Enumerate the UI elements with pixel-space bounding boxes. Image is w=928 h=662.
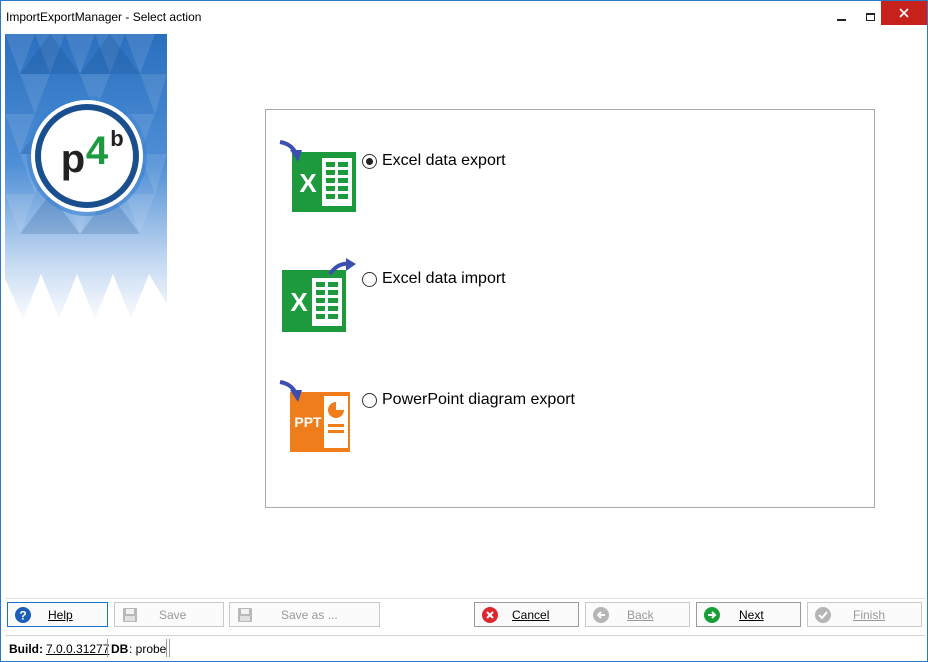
- option-label: Excel data import: [382, 270, 506, 287]
- help-label: Help: [48, 608, 73, 622]
- svg-text:?: ?: [19, 609, 26, 623]
- build-label: Build:: [9, 642, 43, 656]
- option-label: PowerPoint diagram export: [382, 391, 575, 408]
- next-label: Next: [739, 608, 764, 622]
- radio-powerpoint-export[interactable]: [362, 393, 377, 408]
- window-title: ImportExportManager - Select action: [6, 10, 202, 24]
- status-bar: Build: 7.0.0.31277 DB : probe: [5, 635, 925, 659]
- help-button[interactable]: ? Help: [7, 602, 108, 627]
- db-value: : probe: [129, 642, 167, 656]
- save-icon: [123, 608, 137, 622]
- close-button[interactable]: [881, 1, 927, 25]
- import-export-window: ImportExportManager - Select action p 4 …: [0, 0, 928, 662]
- save-as-label: Save as ...: [281, 608, 338, 622]
- save-as-button[interactable]: Save as ...: [229, 602, 380, 627]
- minimize-button[interactable]: [826, 1, 856, 32]
- back-label: Back: [627, 608, 654, 622]
- build-version-link[interactable]: 7.0.0.31277: [46, 642, 109, 656]
- excel-import-icon: X: [282, 258, 356, 332]
- excel-export-icon: X: [279, 140, 356, 212]
- powerpoint-export-icon: PPT: [279, 380, 350, 452]
- status-separator: [169, 639, 170, 657]
- title-bar: ImportExportManager - Select action: [1, 1, 927, 33]
- radio-excel-export[interactable]: [362, 154, 377, 169]
- banner-graphic: p 4 b: [5, 34, 167, 324]
- status-separator: [107, 639, 108, 657]
- option-label: Excel data export: [382, 152, 506, 169]
- separator: [5, 598, 925, 599]
- close-icon: [899, 8, 909, 18]
- svg-text:X: X: [299, 168, 317, 198]
- minimize-icon: [836, 18, 846, 21]
- cancel-button[interactable]: Cancel: [474, 602, 579, 627]
- cancel-icon: [482, 607, 498, 623]
- logo-4: 4: [86, 129, 109, 173]
- action-options-panel: X Excel data export X Excel data import …: [265, 109, 875, 508]
- save-button[interactable]: Save: [114, 602, 224, 627]
- side-banner: p 4 b: [5, 34, 167, 324]
- logo-p: p: [61, 137, 85, 181]
- finish-button[interactable]: Finish: [807, 602, 922, 627]
- back-button[interactable]: Back: [585, 602, 690, 627]
- radio-excel-import[interactable]: [362, 272, 377, 287]
- db-label: DB: [111, 642, 129, 656]
- save-label: Save: [159, 608, 187, 622]
- status-separator: [166, 639, 167, 657]
- logo-b: b: [110, 126, 123, 151]
- option-excel-export[interactable]: X Excel data export: [278, 140, 838, 220]
- save-as-icon: [238, 608, 252, 622]
- checkmark-icon: [815, 607, 831, 623]
- help-icon: ?: [15, 607, 31, 623]
- option-powerpoint-export[interactable]: PPT PowerPoint diagram export: [278, 380, 838, 460]
- back-arrow-icon: [593, 607, 609, 623]
- finish-label: Finish: [853, 608, 886, 622]
- svg-text:X: X: [290, 287, 308, 317]
- option-excel-import[interactable]: X Excel data import: [278, 258, 838, 338]
- cancel-label: Cancel: [512, 608, 550, 622]
- next-arrow-icon: [704, 607, 720, 623]
- maximize-icon: [865, 12, 875, 21]
- svg-text:PPT: PPT: [294, 414, 322, 430]
- next-button[interactable]: Next: [696, 602, 801, 627]
